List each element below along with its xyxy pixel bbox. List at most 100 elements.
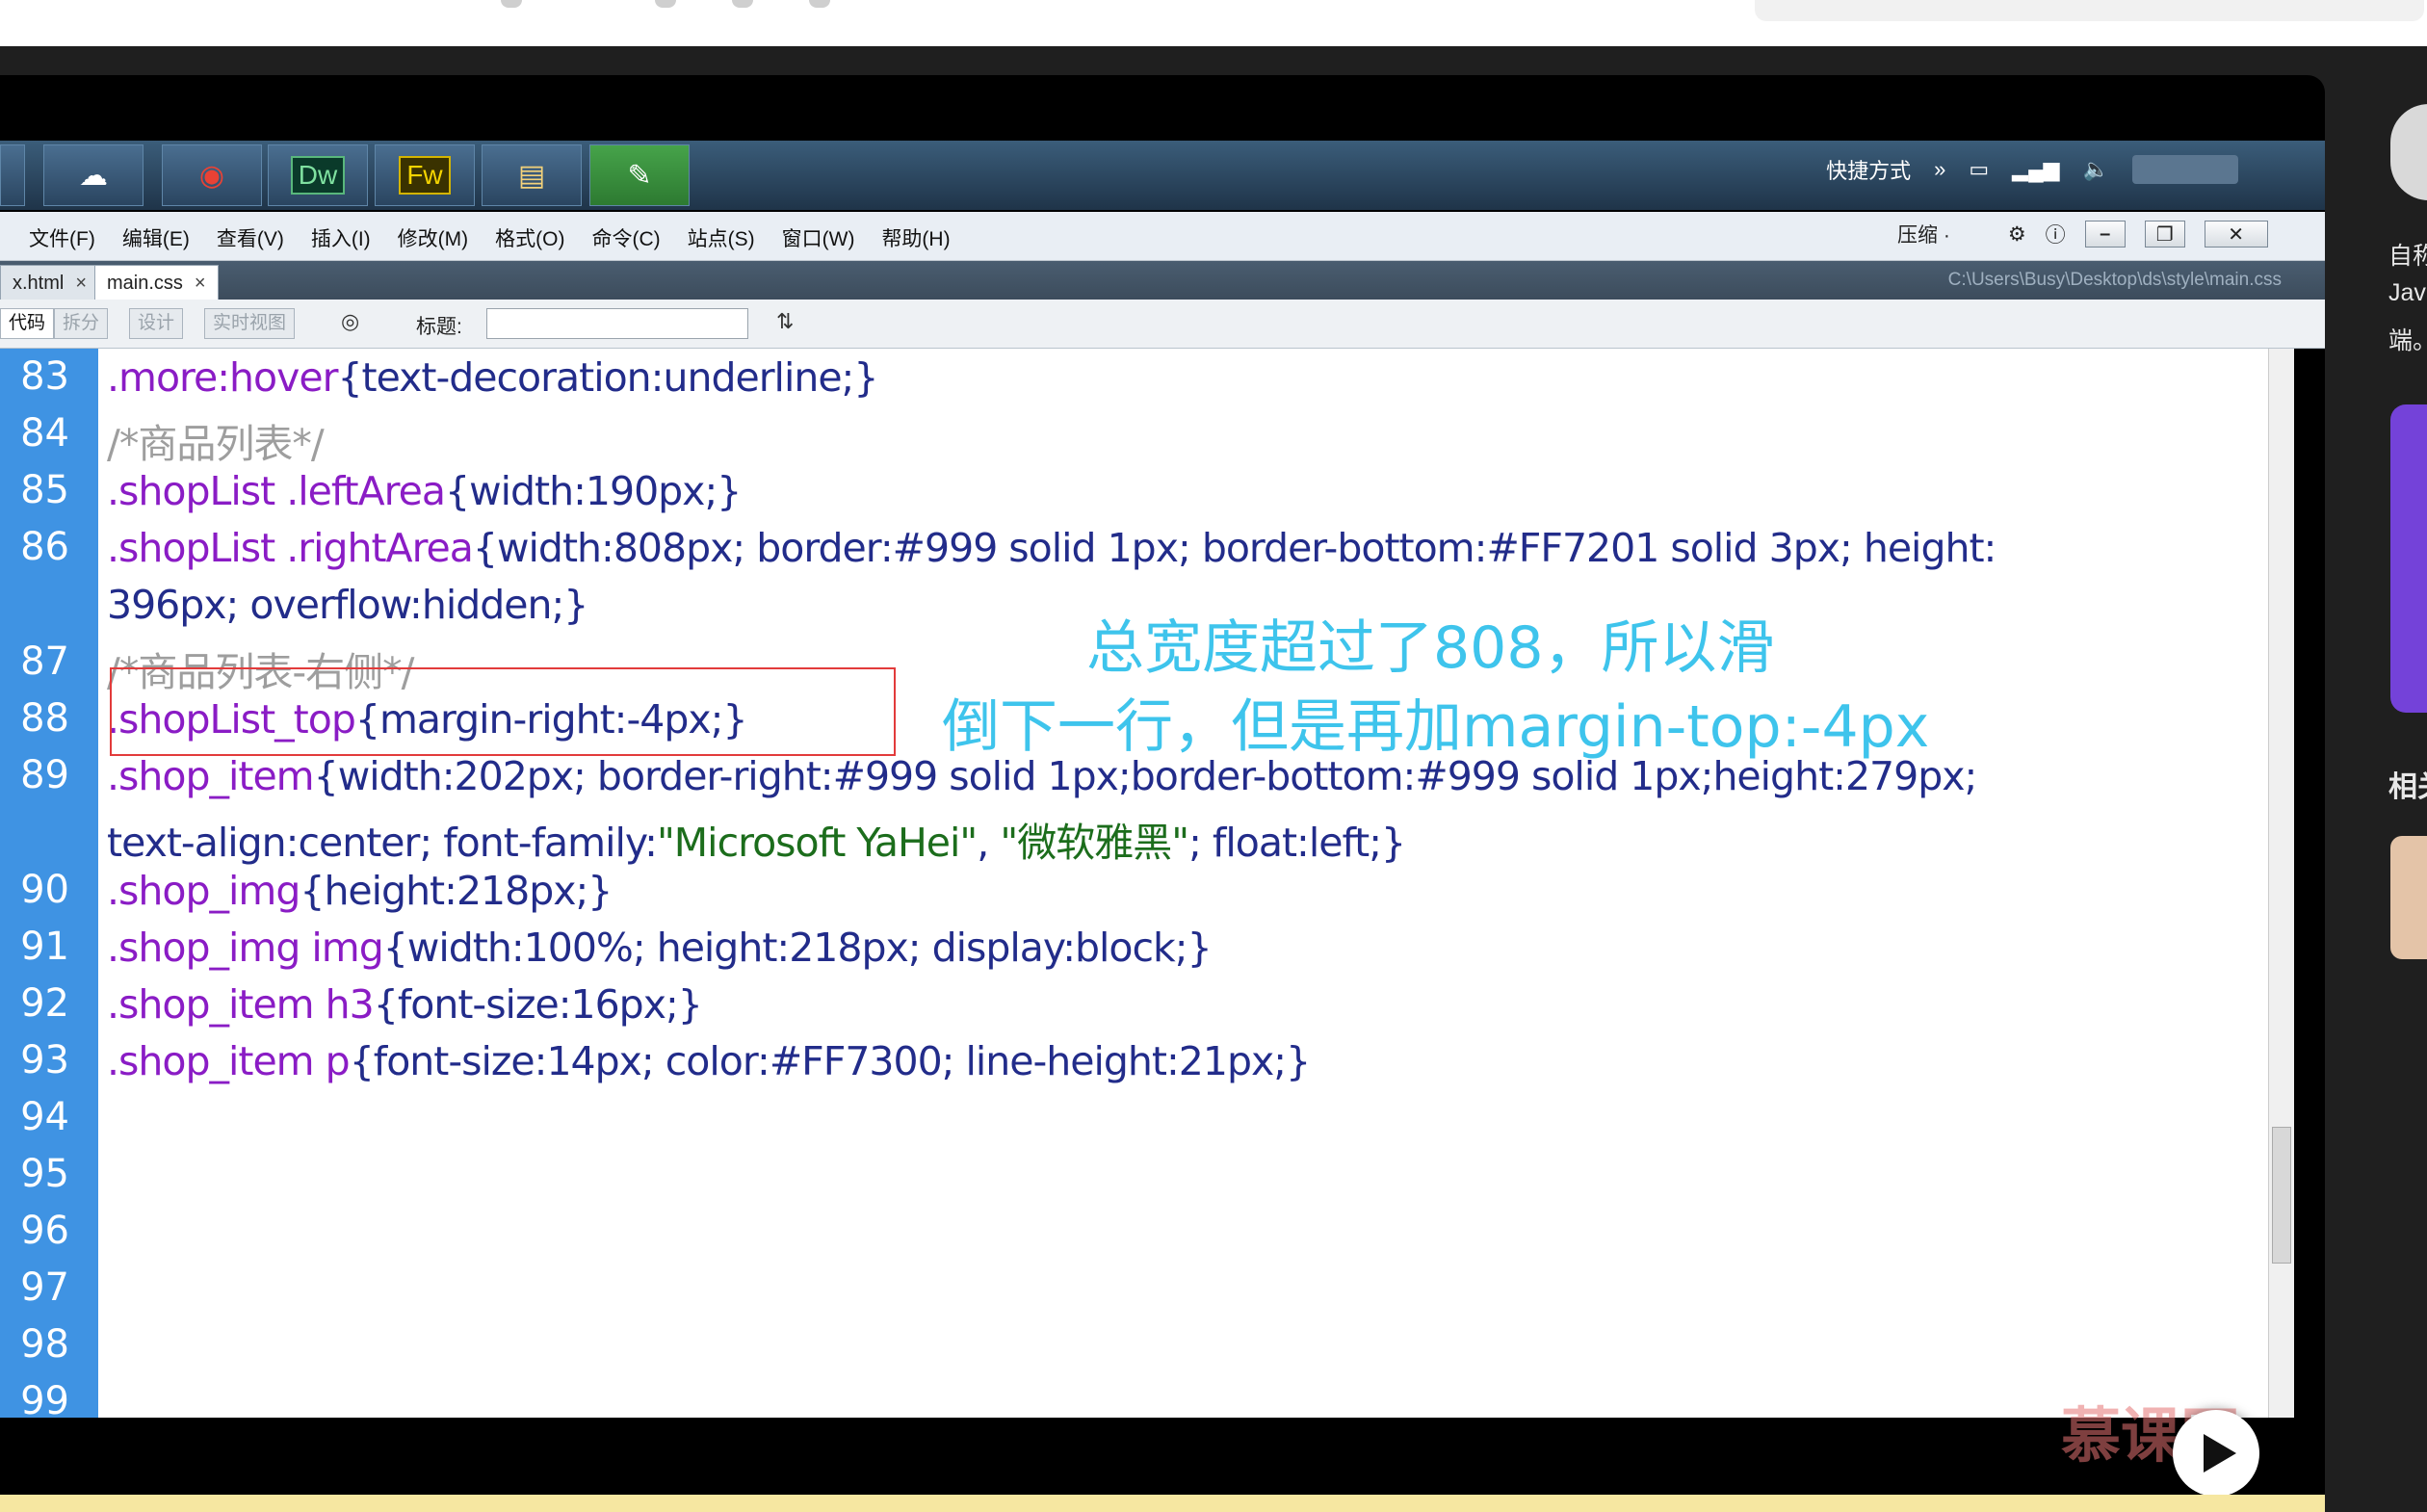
page-title-fragment <box>0 0 9 8</box>
menu-insert[interactable]: 插入(I) <box>311 223 371 252</box>
close-tab-icon[interactable]: × <box>75 273 87 294</box>
chrome-icon[interactable]: ◉ <box>162 144 262 206</box>
app-icon[interactable]: ✎ <box>589 144 690 206</box>
search-input[interactable] <box>1755 0 2424 21</box>
live-view-button[interactable]: 实时视图 <box>204 308 296 339</box>
scroll-thumb[interactable] <box>2272 1127 2291 1264</box>
css-declaration: {width:100%; height:218px; display:block… <box>382 925 1213 971</box>
css-declaration: text-align:center; font-family: <box>107 820 658 866</box>
menu-right-controls: 压缩 · ⚙ ⓘ – ❐ ✕ <box>1897 220 2268 248</box>
code-editor[interactable]: 83 84 85 86 87 88 89 90 91 92 93 94 95 9… <box>0 349 2294 1418</box>
dreamweaver-icon[interactable]: Dw <box>268 144 368 206</box>
code-line: .shop_item h3{font-size:16px;} <box>107 981 703 1028</box>
close-icon[interactable] <box>501 0 522 8</box>
menu-format[interactable]: 格式(O) <box>495 223 564 252</box>
line-number: 93 <box>20 1038 69 1082</box>
play-button[interactable] <box>2173 1410 2259 1497</box>
close-window-button[interactable]: ✕ <box>2204 221 2268 248</box>
tab-html[interactable]: x.html × <box>0 265 100 300</box>
sync-icon[interactable]: ⚙ <box>2008 222 2026 247</box>
line-number: 84 <box>20 411 69 456</box>
css-selector: .shopList .rightArea <box>107 525 474 571</box>
menu-view[interactable]: 查看(V) <box>217 223 284 252</box>
vertical-scrollbar[interactable] <box>2268 349 2294 1418</box>
avatar[interactable] <box>2390 104 2427 200</box>
line-number: 85 <box>20 468 69 512</box>
line-number: 92 <box>20 981 69 1026</box>
line-number-gutter: 83 84 85 86 87 88 89 90 91 92 93 94 95 9… <box>0 349 98 1418</box>
css-declaration: {width:190px;} <box>444 468 742 514</box>
side-text: Java <box>2388 279 2427 306</box>
start-orb-icon[interactable] <box>0 144 25 206</box>
css-string: "微软雅黑" <box>1000 820 1189 866</box>
close-tab-icon[interactable]: × <box>195 273 206 294</box>
css-declaration: ; float:left;} <box>1188 820 1406 866</box>
system-tray: 快捷方式 » ▭ ▂▄▆ 🔈 <box>1826 154 2238 185</box>
annotation-line-2: 倒下一行，但是再加margin-top:-4px <box>942 693 1930 761</box>
line-number: 89 <box>20 753 69 797</box>
line-number: 98 <box>20 1322 69 1367</box>
side-text: 自称 <box>2388 243 2427 270</box>
cloud-icon[interactable]: ☁ <box>43 144 144 206</box>
code-line: .shopList .leftArea{width:190px;} <box>107 468 742 514</box>
css-declaration: {font-size:14px; color:#FF7300; line-hei… <box>349 1038 1311 1084</box>
css-selector: .shop_item p <box>107 1038 351 1084</box>
restore-button[interactable]: ❐ <box>2144 221 2185 248</box>
menu-file[interactable]: 文件(F) <box>29 223 95 252</box>
compress-dropdown[interactable]: 压缩 · <box>1897 220 1950 248</box>
comment-icon[interactable] <box>655 0 676 8</box>
menu-site[interactable]: 站点(S) <box>688 223 755 252</box>
promo-card[interactable] <box>2390 404 2427 713</box>
browser-top-strip <box>0 0 2427 46</box>
menu-items: 文件(F) 编辑(E) 查看(V) 插入(I) 修改(M) 格式(O) 命令(C… <box>29 223 951 252</box>
line-number: 87 <box>20 639 69 684</box>
menu-modify[interactable]: 修改(M) <box>398 223 468 252</box>
line-number: 88 <box>20 696 69 741</box>
highlight-box <box>110 667 896 756</box>
code-line-wrap: text-align:center; font-family:"Microsof… <box>107 810 1406 868</box>
like-icon[interactable] <box>732 0 753 8</box>
clock-area[interactable] <box>2132 155 2238 184</box>
title-label: 标题: <box>416 316 462 338</box>
view-design-button[interactable]: 设计 <box>129 308 184 339</box>
css-declaration: {width:808px; border:#999 solid 1px; bor… <box>472 525 1996 571</box>
signal-icon[interactable]: ▂▄▆ <box>2012 157 2059 182</box>
file-path: C:\Users\Busy\Desktop\ds\style\main.css <box>1947 270 2282 290</box>
line-number: 95 <box>20 1152 69 1196</box>
code-line: .shopList .rightArea{width:808px; border… <box>107 525 1996 571</box>
explorer-icon[interactable]: ▤ <box>482 144 582 206</box>
keyboard-icon[interactable]: ▭ <box>1969 157 1989 182</box>
document-toolbar: 代码 拆分 设计 实时视图 ◎ 标题: ⇅ <box>0 300 2325 349</box>
menu-commands[interactable]: 命令(C) <box>591 223 660 252</box>
css-selector: .more:hover <box>107 354 338 401</box>
view-split-button[interactable]: 拆分 <box>54 308 109 339</box>
share-icon[interactable] <box>809 0 830 8</box>
volume-icon[interactable]: 🔈 <box>2083 157 2109 182</box>
tray-shortcut-label[interactable]: 快捷方式 <box>1826 154 1911 185</box>
line-number: 94 <box>20 1095 69 1139</box>
side-panel: 自称 Java 端。 相关 <box>2325 46 2427 1512</box>
file-management-icon[interactable]: ⇅ <box>776 309 794 334</box>
view-code-button[interactable]: 代码 <box>0 308 55 339</box>
tab-main-css[interactable]: main.css × <box>94 265 219 300</box>
fireworks-icon[interactable]: Fw <box>375 144 475 206</box>
css-punct: , <box>977 820 1001 866</box>
menu-edit[interactable]: 编辑(E) <box>122 223 190 252</box>
minimize-button[interactable]: – <box>2084 221 2126 248</box>
info-icon[interactable]: ⓘ <box>2046 220 2066 248</box>
menu-window[interactable]: 窗口(W) <box>782 223 855 252</box>
side-text: 端。 <box>2388 327 2427 354</box>
css-selector: .shop_img img <box>107 925 384 971</box>
css-selector: .shop_item <box>107 753 315 799</box>
tray-expand-icon[interactable]: » <box>1934 157 1945 182</box>
menu-help[interactable]: 帮助(H) <box>881 223 950 252</box>
related-heading: 相关 <box>2388 771 2427 803</box>
windows-taskbar: ☁ ◉ Dw Fw ▤ ✎ 快捷方式 » ▭ ▂▄▆ 🔈 <box>0 141 2325 210</box>
code-line: .shop_img{height:218px;} <box>107 868 613 914</box>
browser-preview-icon[interactable]: ◎ <box>341 309 359 334</box>
title-input[interactable] <box>486 308 748 339</box>
code-line: .more:hover{text-decoration:underline;} <box>107 354 878 401</box>
code-comment: /*商品列表*/ <box>107 421 325 467</box>
line-number: 83 <box>20 354 69 399</box>
related-thumbnail[interactable] <box>2390 836 2427 959</box>
